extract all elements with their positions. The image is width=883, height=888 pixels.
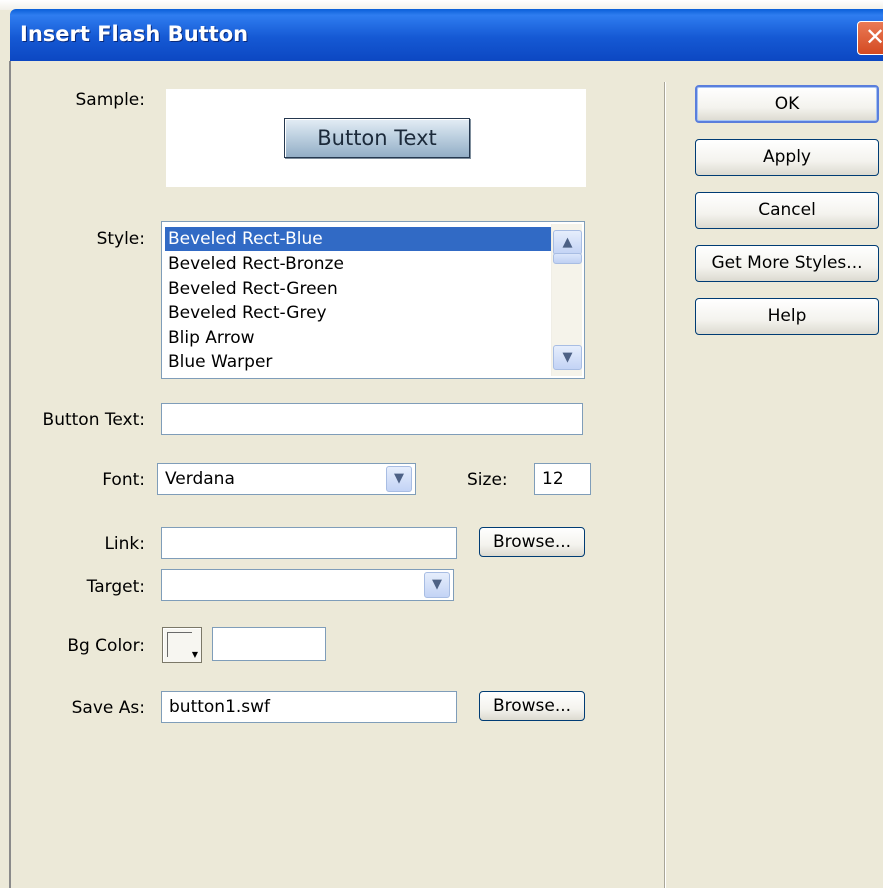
cancel-button[interactable]: Cancel [695,192,879,229]
chevron-down-icon[interactable]: ▼ [386,466,412,492]
sample-button-preview: Button Text [284,118,470,158]
scrollbar-thumb[interactable] [553,253,582,264]
button-text-input[interactable] [161,403,583,435]
chevron-down-icon[interactable]: ▼ [424,572,450,598]
save-as-input[interactable]: button1.swf [161,691,457,723]
style-label: Style: [96,229,145,249]
size-input[interactable]: 12 [534,463,591,495]
link-input[interactable] [161,527,457,559]
button-text-label: Button Text: [42,410,145,430]
get-more-styles-button[interactable]: Get More Styles... [695,245,879,282]
swatch-dropdown-icon: ▼ [191,650,198,659]
bg-color-label: Bg Color: [67,636,145,656]
save-as-browse-button[interactable]: Browse... [479,691,585,721]
style-option[interactable]: Beveled Rect-Green [165,277,551,301]
target-select[interactable]: ▼ [161,569,454,601]
font-label: Font: [102,470,145,490]
target-label: Target: [86,577,145,597]
help-button[interactable]: Help [695,298,879,335]
style-listbox[interactable]: Beveled Rect-Blue Beveled Rect-Bronze Be… [161,221,585,379]
swatch-preview [167,632,192,657]
save-as-label: Save As: [71,698,145,718]
title-bar[interactable]: Insert Flash Button ✕ [10,9,883,61]
close-icon[interactable]: ✕ [857,21,883,55]
style-scrollbar[interactable]: ▲ ▼ [551,224,582,376]
style-option[interactable]: Blue Warper [165,350,551,374]
style-option[interactable]: Beveled Rect-Bronze [165,252,551,276]
vertical-separator [664,82,665,888]
scroll-down-icon[interactable]: ▼ [553,345,582,370]
link-label: Link: [104,534,145,554]
bg-color-input[interactable] [212,627,326,661]
style-option-selected[interactable]: Beveled Rect-Blue [165,227,551,251]
style-option[interactable]: Beveled Rect-Grey [165,301,551,325]
scroll-up-icon[interactable]: ▲ [553,230,582,255]
size-label: Size: [467,470,508,490]
sample-preview: Button Text [166,89,586,187]
font-select[interactable]: Verdana ▼ [157,463,416,495]
sample-label: Sample: [75,90,145,110]
window-title: Insert Flash Button [20,22,249,46]
ok-button[interactable]: OK [695,85,879,123]
link-browse-button[interactable]: Browse... [479,527,585,557]
color-swatch-icon[interactable]: ▼ [162,627,202,663]
font-select-value: Verdana [165,469,235,489]
style-option[interactable]: Blip Arrow [165,326,551,350]
dialog-left-border [9,61,11,888]
apply-button[interactable]: Apply [695,139,879,176]
